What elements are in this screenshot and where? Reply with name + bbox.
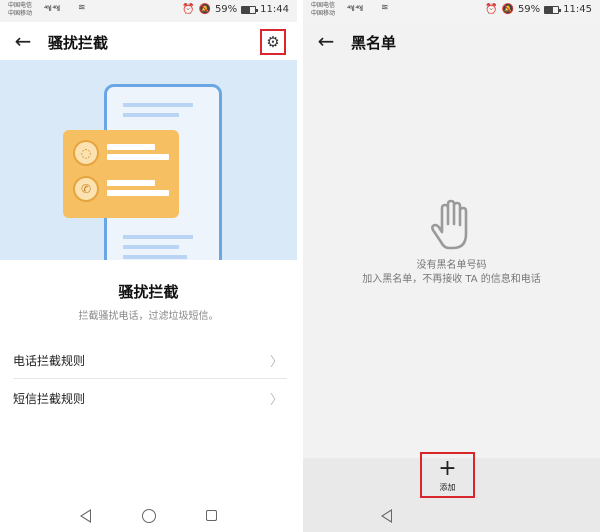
mute-icon: 🔕 (198, 4, 211, 15)
app-bar: ← 黑名单 (303, 22, 600, 60)
sms-block-rules-item[interactable]: 短信拦截规则 〉 (0, 379, 297, 417)
signal-icon: ⁴⁶ıl ⁴⁶ıl (44, 4, 60, 13)
sms-block-rules-label: 短信拦截规则 (13, 392, 86, 406)
carrier-labels: 中国电信 中国移动 (311, 2, 335, 18)
carrier-1: 中国电信 (8, 2, 33, 9)
call-block-rules-item[interactable]: 电话拦截规则 〉 (0, 341, 297, 379)
battery-icon (241, 5, 259, 14)
settings-button[interactable]: ⚙ (260, 29, 286, 55)
page-title: 黑名单 (351, 34, 397, 52)
blocked-call-card: ◌ ✆ (63, 130, 179, 218)
carrier-2: 中国移动 (8, 10, 33, 17)
battery-icon (544, 5, 562, 14)
harassment-block-screen: 中国电信 中国移动 ⁴⁶ıl ⁴⁶ıl ≋ ⏰ 🔕 59% 11:44 ← 骚扰… (0, 0, 297, 532)
status-right: ⏰ 🔕 59% 11:45 (485, 4, 592, 15)
alarm-icon: ⏰ (485, 4, 498, 15)
carrier-2: 中国移动 (311, 10, 336, 17)
wifi-icon: ≋ (381, 3, 389, 13)
chevron-right-icon: 〉 (269, 393, 283, 408)
add-button-label: 添加 (439, 482, 456, 492)
hero-illustration: ◌ ✆ (0, 60, 297, 260)
status-time: 11:45 (563, 4, 592, 15)
system-nav-bar (303, 502, 600, 532)
chevron-right-icon: 〉 (269, 355, 283, 370)
status-bar: 中国电信 中国移动 ⁴⁶ıl ⁴⁶ıl ≋ ⏰ 🔕 59% 11:44 (0, 0, 297, 22)
back-arrow-icon[interactable]: ← (315, 29, 337, 53)
battery-percent: 59% (517, 4, 541, 15)
page-title: 骚扰拦截 (48, 34, 109, 52)
status-right: ⏰ 🔕 59% 11:44 (182, 4, 289, 15)
signal-icon: ⁴⁶ıl ⁴⁶ıl (347, 4, 363, 13)
system-nav-bar (0, 502, 297, 532)
status-bar: 中国电信 中国移动 ⁴⁶ıl ⁴⁶ıl ≋ ⏰ 🔕 59% 11:45 (303, 0, 600, 22)
mute-icon: 🔕 (501, 4, 514, 15)
feature-subtitle: 拦截骚扰电话，过滤垃圾短信。 (78, 311, 219, 322)
wifi-icon: ≋ (78, 3, 86, 13)
status-time: 11:44 (260, 4, 289, 15)
gear-icon: ⚙ (266, 33, 280, 51)
nav-recents-icon[interactable] (206, 510, 217, 521)
call-block-rules-label: 电话拦截规则 (13, 354, 86, 368)
back-arrow-icon[interactable]: ← (12, 29, 34, 53)
plus-icon: + (438, 455, 457, 481)
feature-title: 骚扰拦截 (118, 283, 179, 301)
carrier-labels: 中国电信 中国移动 (8, 2, 32, 18)
hand-stop-icon (431, 199, 468, 250)
nav-home-icon[interactable] (142, 509, 156, 523)
empty-state-title: 没有黑名单号码 (416, 260, 487, 271)
carrier-1: 中国电信 (311, 2, 336, 9)
battery-percent: 59% (214, 4, 238, 15)
nav-back-icon[interactable] (381, 509, 392, 523)
blacklist-screen: 中国电信 中国移动 ⁴⁶ıl ⁴⁶ıl ≋ ⏰ 🔕 59% 11:45 ← 黑名… (303, 0, 600, 532)
app-bar: ← 骚扰拦截 ⚙ (0, 22, 297, 60)
alarm-icon: ⏰ (182, 4, 195, 15)
phone-icon: ✆ (73, 176, 99, 202)
add-button[interactable]: + 添加 (420, 452, 475, 498)
nav-back-icon[interactable] (80, 509, 91, 523)
empty-state-description: 加入黑名单，不再接收 TA 的信息和电话 (362, 274, 541, 285)
message-bubble-icon: ◌ (73, 140, 99, 166)
